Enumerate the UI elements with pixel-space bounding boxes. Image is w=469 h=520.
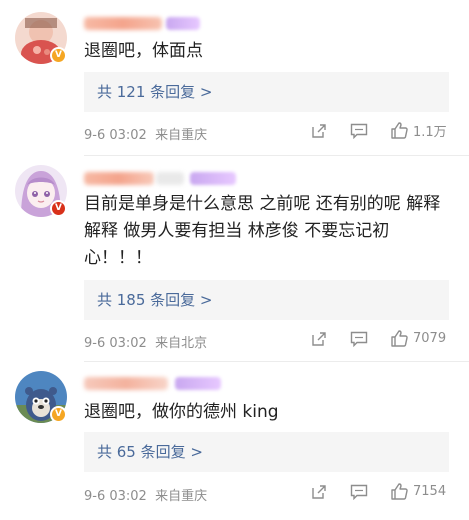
like-button[interactable]: 7154 [390,482,446,501]
comment-time: 9-6 03:02 [84,336,147,351]
share-icon [312,124,326,138]
share-icon [312,485,326,499]
share-button[interactable] [311,484,327,500]
replies-link[interactable]: 共 121 条回复 > [97,72,213,112]
divider [84,155,469,156]
replies-box[interactable]: 共 65 条回复 > [84,432,449,472]
thumbs-up-icon [391,483,408,500]
like-count: 7079 [413,331,447,346]
replies-box[interactable]: 共 185 条回复 > [84,280,449,320]
like-count: 7154 [413,484,447,499]
comment-icon [350,331,368,347]
share-button[interactable] [311,123,327,139]
comment-meta: 9-6 03:02 来自重庆 [84,124,207,143]
comment-item: V 退圈吧，做你的德州 king 共 65 条回复 > 9-6 03:02 来自… [0,365,469,520]
like-button[interactable]: 7079 [390,329,446,348]
verified-badge-icon: V [50,406,67,423]
vip-badge-blurred [190,172,236,185]
comment-icon [350,484,368,500]
comment-meta: 9-6 03:02 来自重庆 [84,485,207,504]
verified-badge-icon: V [50,47,67,64]
share-icon [312,332,326,346]
comment-button[interactable] [350,331,368,347]
comment-button[interactable] [350,484,368,500]
username-blurred[interactable] [84,377,168,390]
username-suffix-blurred [156,172,184,185]
divider [84,361,469,362]
username-blurred[interactable] [84,17,162,30]
comment-item: V 退圈吧，体面点 共 121 条回复 > 9-6 03:02 来自重庆 1.1… [0,0,469,160]
comment-source: 来自北京 [155,336,208,351]
thumbs-up-icon [391,122,408,139]
verified-badge-icon: V [50,200,67,217]
like-button[interactable]: 1.1万 [390,121,447,140]
username-blurred[interactable] [84,172,154,185]
vip-badge-blurred [175,377,221,390]
comment-text: 退圈吧，体面点 [84,41,203,61]
comment-time: 9-6 03:02 [84,489,147,504]
vip-badge-blurred [166,17,200,30]
comment-source: 来自重庆 [155,128,208,143]
thumbs-up-icon [391,330,408,347]
comment-meta: 9-6 03:02 来自北京 [84,332,207,351]
share-button[interactable] [311,331,327,347]
comment-time: 9-6 03:02 [84,128,147,143]
replies-link[interactable]: 共 185 条回复 > [97,280,213,320]
replies-box[interactable]: 共 121 条回复 > [84,72,449,112]
comment-button[interactable] [350,123,368,139]
comment-text: 目前是单身是什么意思 之前呢 还有别的呢 解释解释 做男人要有担当 林彦俊 不要… [84,194,441,268]
replies-link[interactable]: 共 65 条回复 > [97,432,203,472]
like-count: 1.1万 [413,125,447,140]
comment-text: 退圈吧，做你的德州 king [84,402,279,422]
comment-item: V 目前是单身是什么意思 之前呢 还有别的呢 解释解释 做男人要有担当 林彦俊 … [0,160,469,365]
comment-icon [350,123,368,139]
comment-source: 来自重庆 [155,489,208,504]
